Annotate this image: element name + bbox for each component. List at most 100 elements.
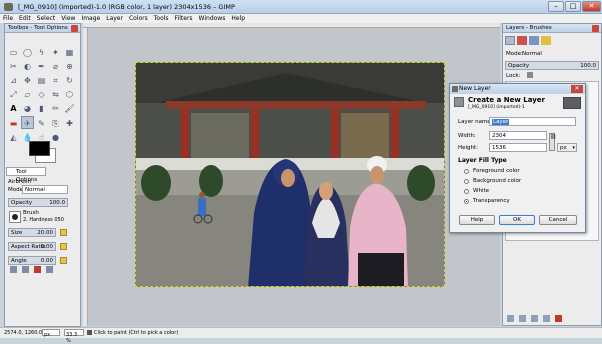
menu-windows[interactable]: Windows [196,14,229,23]
lock-pixels-icon[interactable] [527,72,533,78]
menu-filters[interactable]: Filters [172,14,196,23]
angle-slider[interactable]: Angle 0.00 [8,256,56,265]
menu-view[interactable]: View [58,14,78,23]
reset-size-icon[interactable] [60,229,67,236]
help-button[interactable]: Help [459,215,495,225]
delete-options-icon[interactable] [34,266,41,273]
fill-transparency-radio[interactable] [464,199,469,204]
unit-dropdown[interactable]: px ▾ [557,143,577,152]
fill-foreground-radio[interactable] [464,169,469,174]
perspective-clone-tool-icon[interactable]: ◭ [7,131,20,144]
image-canvas[interactable] [135,62,445,287]
menu-image[interactable]: Image [78,14,103,23]
foreground-color-swatch-front[interactable] [29,141,50,156]
color-select-tool-icon[interactable]: ▦ [63,46,76,59]
fill-white-radio[interactable] [464,189,469,194]
restore-options-icon[interactable] [22,266,29,273]
ink-tool-icon[interactable]: ✎ [35,117,48,130]
fill-foreground-label[interactable]: Foreground color [473,168,520,174]
brush-preview[interactable] [9,211,21,223]
foreground-select-tool-icon[interactable]: ◐ [21,60,34,73]
size-label: Size [11,230,23,236]
crop-tool-icon[interactable]: ⌗ [49,74,62,87]
rect-select-tool-icon[interactable]: ▭ [7,46,20,59]
unit-select[interactable]: px [42,329,60,338]
pencil-tool-icon[interactable]: ✏ [49,102,62,115]
brush-label: Brush [23,210,39,216]
paths-tool-icon[interactable]: ✒ [35,60,48,73]
chain-link-icon[interactable]: ⛓ [549,133,556,151]
save-options-icon[interactable] [10,266,17,273]
new-layer-icon[interactable] [507,315,514,322]
menu-layer[interactable]: Layer [103,14,126,23]
move-tool-icon[interactable]: ✥ [21,74,34,87]
vertical-ruler[interactable] [83,28,88,326]
tab-tool-options[interactable]: Tool Options [6,167,46,183]
cage-tool-icon[interactable]: ⬡ [63,88,76,101]
zoom-tool-icon[interactable]: ⊕ [63,60,76,73]
measure-tool-icon[interactable]: ⊿ [7,74,20,87]
bucket-fill-tool-icon[interactable]: ◕ [21,102,34,115]
dialog-close-button[interactable]: ✕ [571,85,583,93]
fill-background-radio[interactable] [464,179,469,184]
rotate-tool-icon[interactable]: ↻ [63,74,76,87]
cancel-button[interactable]: Cancel [539,215,577,225]
color-picker-tool-icon[interactable]: ⌀ [49,60,62,73]
reset-angle-icon[interactable] [60,257,67,264]
fill-transparency-label[interactable]: Transparency [473,198,510,204]
toolbox-close-icon[interactable] [71,25,78,32]
menu-colors[interactable]: Colors [126,14,151,23]
window-title-bar: [_MG_0910] (imported)-1.0 (RGB color, 1 … [0,0,602,14]
eraser-tool-icon[interactable]: ▬ [7,117,20,130]
raise-layer-icon[interactable] [519,315,526,322]
lower-layer-icon[interactable] [531,315,538,322]
tab-paths-icon[interactable] [529,36,539,45]
menu-select[interactable]: Select [34,14,59,23]
layer-name-input[interactable]: Layer [489,117,576,126]
reset-aspect-icon[interactable] [60,243,67,250]
shear-tool-icon[interactable]: ▱ [21,88,34,101]
menu-edit[interactable]: Edit [16,14,34,23]
scissors-tool-icon[interactable]: ✂ [7,60,20,73]
blend-tool-icon[interactable]: ▮ [35,102,48,115]
maximize-button[interactable]: □ [565,1,581,12]
fill-white-label[interactable]: White [473,188,489,194]
align-tool-icon[interactable]: ▤ [35,74,48,87]
airbrush-tool-icon[interactable]: ✈ [21,116,34,129]
fill-background-label[interactable]: Background color [473,178,521,184]
close-button[interactable]: ✕ [582,1,601,12]
scale-tool-icon[interactable]: ⤢ [7,88,20,101]
zoom-select[interactable]: 33.3 % [64,329,84,344]
mode-select[interactable]: Normal [22,185,68,194]
menu-tools[interactable]: Tools [151,14,172,23]
new-layer-icon-large [454,97,464,107]
heal-tool-icon[interactable]: ✚ [63,117,76,130]
ok-button[interactable]: OK [499,215,535,225]
fuzzy-select-tool-icon[interactable]: ✦ [49,46,62,59]
reset-options-icon[interactable] [46,266,53,273]
horizontal-ruler[interactable] [83,23,500,28]
tab-channels-icon[interactable] [517,36,527,45]
size-slider[interactable]: Size 20.00 [8,228,56,237]
flip-tool-icon[interactable]: ⇋ [49,88,62,101]
free-select-tool-icon[interactable]: ϟ [35,46,48,59]
delete-layer-icon[interactable] [555,315,562,322]
menu-help[interactable]: Help [228,14,248,23]
clone-tool-icon[interactable]: ⎘ [49,117,62,130]
height-spinbox[interactable]: 1536 [489,143,547,152]
width-spinbox[interactable]: 2304 [489,131,547,140]
duplicate-layer-icon[interactable] [543,315,550,322]
paintbrush-tool-icon[interactable]: 🖌 [63,102,76,115]
minimize-button[interactable]: – [548,1,564,12]
text-tool-icon[interactable]: A [7,102,20,115]
tab-layers-icon[interactable] [505,36,515,45]
ellipse-select-tool-icon[interactable]: ◯ [21,46,34,59]
aspect-ratio-slider[interactable]: Aspect Ratio 0.00 [8,242,56,251]
tab-brushes-icon[interactable] [541,36,551,45]
perspective-tool-icon[interactable]: ◇ [35,88,48,101]
menu-file[interactable]: File [0,14,16,23]
opacity-slider[interactable]: Opacity 100.0 [8,198,68,207]
layers-close-icon[interactable] [592,25,599,32]
layers-opacity-slider[interactable]: Opacity 100.0 [505,61,599,70]
dodge-burn-tool-icon[interactable]: ● [49,131,62,144]
